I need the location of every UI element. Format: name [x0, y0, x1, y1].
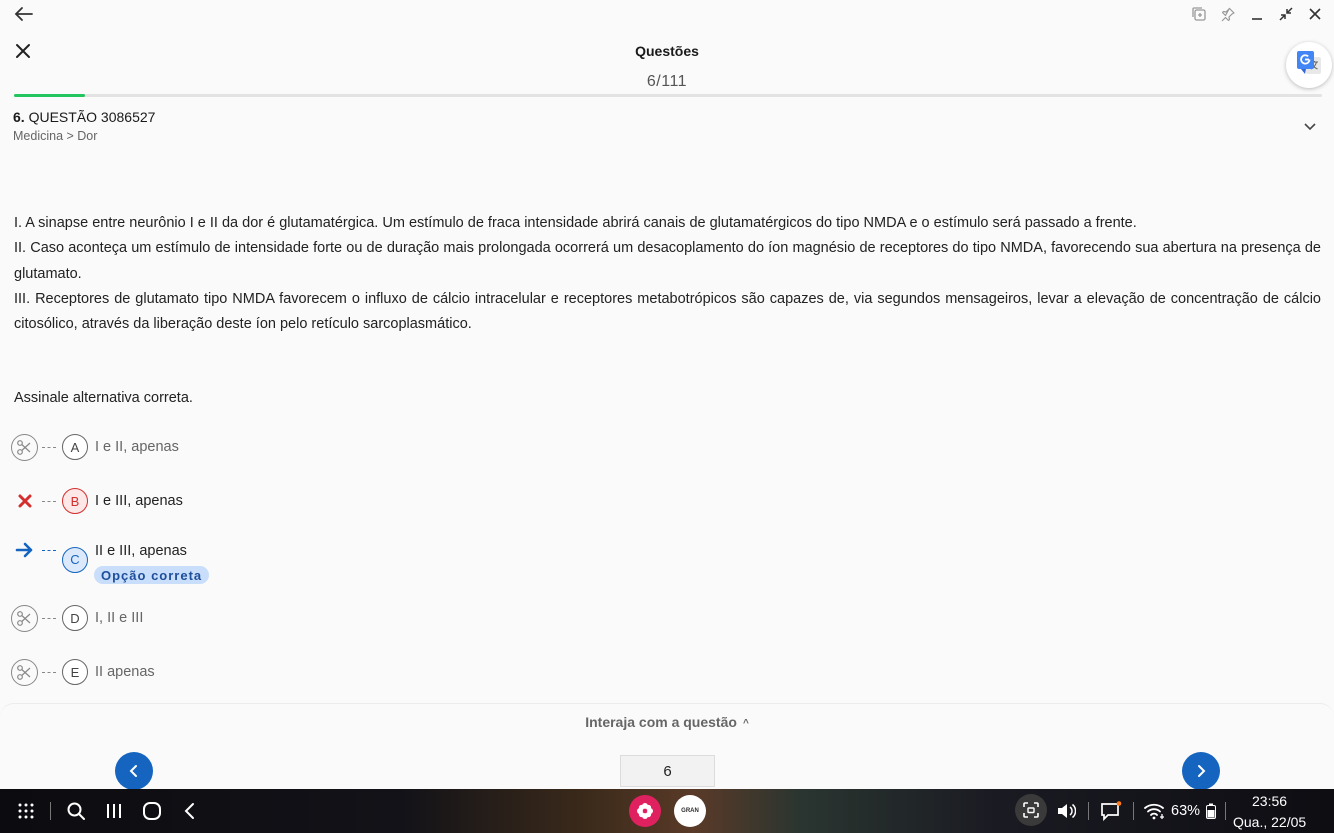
option-letter: B: [62, 488, 88, 514]
question-number: 6. QUESTÃO 3086527: [13, 109, 155, 125]
interact-label: Interaja com a questão: [585, 714, 737, 730]
taskbar-divider: [1088, 802, 1089, 820]
scissors-icon[interactable]: [11, 658, 38, 686]
option-text: II e III, apenas: [95, 543, 187, 559]
chevron-left-icon: [129, 765, 137, 777]
next-question-button[interactable]: [1182, 752, 1220, 790]
volume-icon[interactable]: [1055, 799, 1077, 823]
pop-out-window-icon[interactable]: [1189, 3, 1208, 25]
option-connector: [42, 500, 56, 502]
chevron-right-icon: [1198, 765, 1206, 777]
home-icon[interactable]: [141, 799, 163, 823]
arrow-right-icon: [11, 537, 38, 564]
option-letter: E: [62, 659, 88, 685]
bottom-panel: Interaja com a questão ^ 6: [0, 703, 1334, 791]
interact-toggle[interactable]: Interaja com a questão ^: [0, 714, 1334, 730]
clock-time: 23:56: [1252, 793, 1288, 809]
back-icon[interactable]: [180, 799, 200, 823]
option-letter: D: [62, 605, 88, 631]
minimize-icon[interactable]: [1247, 3, 1266, 25]
option-connector: [42, 446, 56, 448]
page-number-input[interactable]: 6: [620, 755, 715, 787]
scissors-icon[interactable]: [11, 604, 38, 632]
question-index: 6.: [13, 109, 25, 125]
chevron-down-icon[interactable]: [1302, 118, 1318, 134]
question-statement: I. A sinapse entre neurônio I e II da do…: [14, 211, 1321, 337]
wrong-x-icon: [11, 488, 38, 515]
google-translate-icon: [1295, 49, 1323, 82]
taskbar-divider: [1225, 802, 1226, 820]
close-window-icon[interactable]: [1305, 3, 1324, 25]
flower-app-icon[interactable]: [629, 795, 661, 827]
option-c[interactable]: C II e III, apenas: [11, 535, 187, 573]
option-connector: [42, 617, 56, 619]
search-icon[interactable]: [65, 799, 87, 823]
option-a[interactable]: A I e II, apenas: [11, 432, 179, 462]
back-arrow-icon[interactable]: [12, 4, 36, 24]
window-title-bar: [0, 0, 1334, 28]
battery-icon: [1205, 799, 1217, 823]
taskbar-divider: [50, 802, 51, 820]
option-text: II apenas: [95, 664, 155, 680]
pin-icon[interactable]: [1218, 3, 1237, 25]
question-code: QUESTÃO 3086527: [28, 109, 156, 125]
chevron-up-icon: ^: [742, 717, 749, 729]
question-progress-bar: [14, 94, 1322, 97]
question-prompt: Assinale alternativa correta.: [14, 390, 193, 406]
recent-apps-icon[interactable]: [104, 799, 124, 823]
wifi-icon: [1143, 799, 1167, 823]
page-title: Questões: [635, 43, 699, 59]
previous-question-button[interactable]: [115, 752, 153, 790]
option-b[interactable]: B I e III, apenas: [11, 486, 183, 516]
option-connector: [42, 671, 56, 673]
question-header[interactable]: 6. QUESTÃO 3086527 Medicina > Dor: [13, 109, 155, 143]
restore-window-icon[interactable]: [1276, 3, 1295, 25]
option-text: I, II e III: [95, 610, 144, 626]
screen-capture-icon[interactable]: [1015, 794, 1047, 826]
clock-date: Qua., 22/05: [1233, 814, 1307, 830]
google-translate-button[interactable]: [1286, 42, 1332, 88]
app-header: Questões 6/111: [0, 30, 1334, 100]
scissors-icon[interactable]: [11, 433, 38, 461]
progress-fill: [14, 94, 85, 97]
battery-percentage: 63%: [1171, 803, 1201, 819]
option-text: I e III, apenas: [95, 493, 183, 509]
option-d[interactable]: D I, II e III: [11, 603, 143, 633]
taskbar-divider: [1133, 802, 1134, 820]
option-text: I e II, apenas: [95, 439, 179, 455]
option-letter: A: [62, 434, 88, 460]
system-taskbar: GRAN 63% 23:56 Qua., 22/05: [0, 789, 1334, 833]
breadcrumb: Medicina > Dor: [13, 129, 98, 143]
app-drawer-icon[interactable]: [16, 799, 36, 823]
question-counter: 6/111: [646, 73, 688, 90]
notification-icon[interactable]: [1099, 799, 1123, 823]
statement-item-3: III. Receptores de glutamato tipo NMDA f…: [14, 290, 1321, 333]
correct-option-badge: Opção correta: [94, 566, 210, 584]
statement-item-2: II. Caso aconteça um estímulo de intensi…: [14, 240, 1321, 282]
statement-item-1: I. A sinapse entre neurônio I e II da do…: [14, 215, 1137, 231]
gran-app-icon[interactable]: GRAN: [674, 795, 706, 827]
option-letter: C: [62, 546, 88, 573]
option-connector: [42, 549, 56, 551]
option-e[interactable]: E II apenas: [11, 657, 155, 687]
